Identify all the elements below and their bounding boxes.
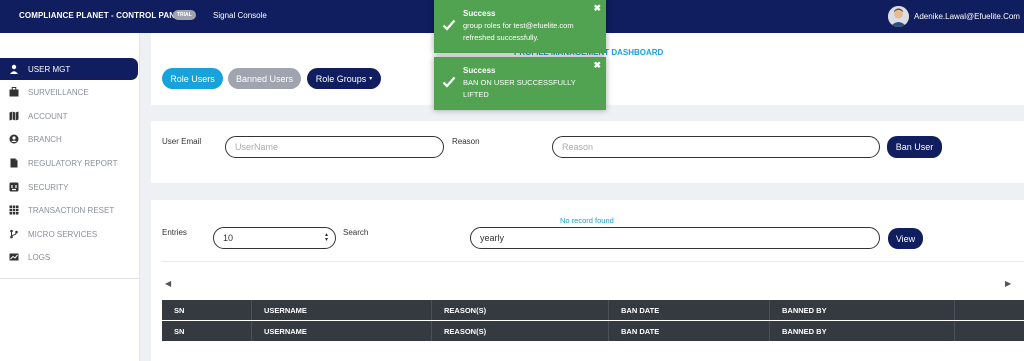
shield-icon xyxy=(9,182,19,192)
caret-down-icon: ▾ xyxy=(369,76,373,82)
view-button[interactable]: View xyxy=(888,228,923,249)
column-ban-date: BAN DATE xyxy=(621,327,660,336)
sidebar-item-label: SECURITY xyxy=(28,182,69,192)
role-users-button[interactable]: Role Users xyxy=(162,68,223,89)
sidebar-item-micro-services[interactable]: MICRO SERVICES xyxy=(0,223,138,245)
sidebar-item-label: REGULATORY REPORT xyxy=(28,158,118,168)
no-record-status: No record found xyxy=(560,216,614,225)
sidebar-item-label: LOGS xyxy=(28,252,51,262)
close-icon[interactable]: ✖ xyxy=(593,3,601,14)
user-email-menu[interactable]: Adenike.Lawal@Efuelite.Com xyxy=(914,12,1020,21)
sidebar-item-regulatory-report[interactable]: REGULATORY REPORT xyxy=(0,152,138,174)
sidebar-item-branch[interactable]: BRANCH xyxy=(0,128,138,150)
table-icon xyxy=(9,205,19,215)
toast-title: Success xyxy=(463,9,496,18)
column-banned-by[interactable]: BANNED BY xyxy=(782,306,827,315)
user-icon xyxy=(9,64,19,74)
sidebar-item-label: TRANSACTION RESET xyxy=(28,205,115,215)
search-input[interactable]: yearly xyxy=(470,227,880,249)
select-arrows-icon: ▴ ▾ xyxy=(324,232,328,243)
column-banned-by: BANNED BY xyxy=(782,327,827,336)
sidebar-item-label: BRANCH xyxy=(28,134,62,144)
table-footer-row: SN USERNAME REASON(S) BAN DATE BANNED BY xyxy=(162,321,1024,341)
reason-label: Reason xyxy=(452,137,480,146)
role-groups-label: Role Groups xyxy=(315,73,367,84)
close-icon[interactable]: ✖ xyxy=(593,60,601,71)
check-icon xyxy=(442,19,456,33)
sidebar-divider xyxy=(0,278,139,279)
column-reasons[interactable]: REASON(S) xyxy=(444,306,486,315)
check-icon xyxy=(442,76,456,90)
toast-title: Success xyxy=(463,66,496,75)
column-username[interactable]: USERNAME xyxy=(264,306,307,315)
file-icon xyxy=(9,158,19,168)
chart-icon xyxy=(9,252,19,262)
sidebar-item-label: ACCOUNT xyxy=(28,111,68,121)
search-label: Search xyxy=(343,228,369,237)
table-header-row: SN USERNAME REASON(S) BAN DATE BANNED BY xyxy=(162,300,1024,320)
sidebar-item-label: SURVEILLANCE xyxy=(28,87,89,97)
avatar[interactable] xyxy=(888,6,909,27)
column-sn: SN xyxy=(174,327,185,336)
map-icon xyxy=(9,111,19,121)
success-toast[interactable]: Success group roles for test@efuelite.co… xyxy=(434,0,606,53)
role-groups-dropdown[interactable]: Role Groups ▾ xyxy=(307,68,381,89)
reason-input[interactable]: Reason xyxy=(552,136,880,158)
entries-value: 10 xyxy=(223,233,234,243)
column-reasons: REASON(S) xyxy=(444,327,487,336)
trial-badge: TRIAL xyxy=(173,10,196,20)
branch-icon xyxy=(9,229,19,239)
sidebar-item-label: USER MGT xyxy=(28,64,71,74)
brand-title[interactable]: COMPLIANCE PLANET - CONTROL PANEL xyxy=(19,11,186,20)
banned-users-button[interactable]: Banned Users xyxy=(228,68,301,89)
ban-user-card: User Email UserName Reason Reason Ban Us… xyxy=(151,121,1024,183)
user-email-input[interactable]: UserName xyxy=(225,136,444,158)
scroll-right-arrow[interactable]: ▶ xyxy=(1005,279,1011,288)
scroll-left-arrow[interactable]: ◀ xyxy=(165,279,171,288)
entries-label: Entries xyxy=(162,228,187,237)
sidebar: USER MGT SURVEILLANCE ACCOUNT BRANCH REG… xyxy=(0,33,140,361)
app-name-link[interactable]: Signal Console xyxy=(213,11,267,20)
column-username: USERNAME xyxy=(264,327,307,336)
divider xyxy=(162,261,1024,262)
user-email-label: User Email xyxy=(162,137,202,146)
column-sn[interactable]: SN xyxy=(174,306,184,315)
briefcase-icon xyxy=(9,87,19,97)
sidebar-item-user-mgt[interactable]: USER MGT xyxy=(0,58,138,80)
column-ban-date[interactable]: BAN DATE xyxy=(621,306,659,315)
ban-user-button[interactable]: Ban User xyxy=(887,136,942,158)
toast-message: group roles for test@efuelite.com refres… xyxy=(463,21,574,42)
entries-select[interactable]: 10 ▴ ▾ xyxy=(213,227,336,249)
sidebar-item-label: MICRO SERVICES xyxy=(28,229,98,239)
user-circle-icon xyxy=(9,134,19,144)
toast-message: BAN ON USER SUCCESSFULLY LIFTED xyxy=(463,78,576,99)
sidebar-item-transaction-reset[interactable]: TRANSACTION RESET xyxy=(0,199,138,221)
sidebar-item-logs[interactable]: LOGS xyxy=(0,246,138,268)
sidebar-item-surveillance[interactable]: SURVEILLANCE xyxy=(0,81,138,103)
sidebar-item-security[interactable]: SECURITY xyxy=(0,176,138,198)
sidebar-item-account[interactable]: ACCOUNT xyxy=(0,105,138,127)
success-toast[interactable]: Success BAN ON USER SUCCESSFULLY LIFTED … xyxy=(434,57,606,110)
